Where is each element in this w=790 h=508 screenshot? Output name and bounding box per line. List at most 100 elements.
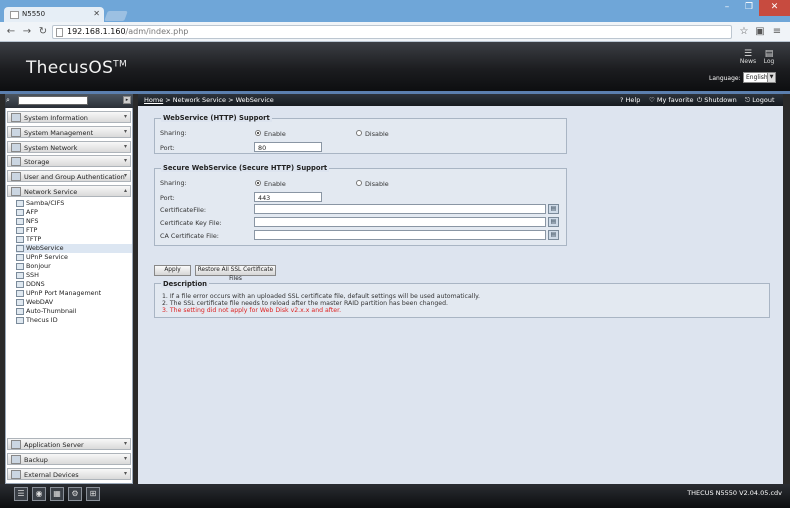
sidebar-item-label: Bonjour [26,262,51,270]
bookmark-star-icon[interactable]: ☆ [737,25,751,39]
chevron-down-icon: ▾ [123,157,127,164]
logout-label: Logout [752,96,775,104]
ftp-icon [16,227,24,234]
menu-user-group-auth[interactable]: User and Group Authentication ▾ [7,170,131,182]
ddns-icon [16,281,24,288]
close-window-button[interactable]: ✕ [759,0,790,16]
certificate-key-browse-icon[interactable]: ▤ [548,217,559,227]
sidebar-item-ddns[interactable]: DDNS [16,280,132,289]
http-port-input[interactable]: 80 [254,142,322,152]
menu-label: Application Server [24,441,84,449]
sidebar-item-label: Samba/CIFS [26,199,65,207]
settings-icon[interactable]: ⚙ [68,487,82,501]
application-icon [11,440,21,449]
sidebar-item-upnp-service[interactable]: UPnP Service [16,253,132,262]
sidebar-item-samba-cifs[interactable]: Samba/CIFS [16,199,132,208]
network-icon [11,143,21,152]
tab-close-icon[interactable]: ✕ [93,9,100,18]
address-bar[interactable]: 192.168.1.160/adm/index.php [52,25,732,39]
sidebar-item-label: WebService [26,244,64,252]
http-support-section [154,118,567,154]
menu-system-management[interactable]: System Management ▾ [7,126,131,138]
menu-label: External Devices [24,471,79,479]
sidebar-search-input[interactable] [18,96,88,105]
menu-backup[interactable]: Backup ▾ [7,453,131,465]
language-select[interactable]: English ▼ [743,72,776,83]
sidebar-item-ftp[interactable]: FTP [16,226,132,235]
http-section-title: WebService (HTTP) Support [161,114,272,122]
https-sharing-label: Sharing: [160,179,187,187]
menu-external-devices[interactable]: External Devices ▾ [7,468,131,480]
forward-arrow-icon[interactable]: → [20,25,34,39]
log-label[interactable]: Log [757,58,781,65]
logout-button[interactable]: ⎋ Logout [745,96,775,105]
sidebar-item-label: UPnP Port Management [26,289,102,297]
http-disable-label[interactable]: Disable [365,130,389,138]
thecus-logo: ThecusOSTM [26,58,128,78]
menu-label: User and Group Authentication [24,173,125,181]
description-line-1: 1. If a file error occurs with an upload… [162,293,480,300]
browser-tab[interactable]: N5550 ✕ [4,7,104,22]
sidebar-item-nfs[interactable]: NFS [16,217,132,226]
apply-button[interactable]: Apply [154,265,191,276]
sidebar-item-ssh[interactable]: SSH [16,271,132,280]
shutdown-button[interactable]: ⏻ Shutdown [697,96,737,105]
sidebar-item-webdav[interactable]: WebDAV [16,298,132,307]
my-favorite-button[interactable]: ♡ My favorite [649,96,694,104]
http-enable-label[interactable]: Enable [264,130,286,138]
certificate-key-input[interactable] [254,217,546,227]
https-port-input[interactable]: 443 [254,192,322,202]
chevron-down-icon: ▾ [123,172,127,179]
https-disable-label[interactable]: Disable [365,180,389,188]
extension-icon[interactable]: ▣ [753,25,767,39]
sidebar-item-webservice[interactable]: WebService [16,244,132,253]
menu-system-network[interactable]: System Network ▾ [7,141,131,153]
sidebar-item-upnp-port-management[interactable]: UPnP Port Management [16,289,132,298]
https-enable-label[interactable]: Enable [264,180,286,188]
back-arrow-icon[interactable]: ← [4,25,18,39]
network-tree-icon[interactable]: ⊞ [86,487,100,501]
search-icon: ⌕ [6,96,10,104]
sidebar-item-thecus-id[interactable]: Thecus ID [16,316,132,325]
heart-icon: ♡ [649,96,655,104]
sidebar-item-auto-thumbnail[interactable]: Auto-Thumbnail [16,307,132,316]
certificate-file-browse-icon[interactable]: ▤ [548,204,559,214]
menu-label: Storage [24,158,50,166]
sidebar-item-label: AFP [26,208,38,216]
menu-list-icon[interactable]: ☰ [14,487,28,501]
page-icon [56,28,63,37]
breadcrumb-home-link[interactable]: Home [144,96,163,104]
tab-favicon-icon [10,11,19,19]
menu-system-information[interactable]: System Information ▾ [7,111,131,123]
service-icon [11,187,21,196]
ca-certificate-label: CA Certificate File: [160,232,219,240]
minimize-button[interactable]: – [715,0,739,16]
http-disable-radio[interactable] [356,130,362,136]
menu-application-server[interactable]: Application Server ▾ [7,438,131,450]
backup-icon [11,455,21,464]
sidebar-item-label: UPnP Service [26,253,68,261]
certificate-file-input[interactable] [254,204,546,214]
menu-network-service[interactable]: Network Service ▴ [7,185,131,197]
new-tab-button[interactable] [104,11,128,21]
https-disable-radio[interactable] [356,180,362,186]
ca-certificate-browse-icon[interactable]: ▤ [548,230,559,240]
menu-label: System Network [24,144,78,152]
sidebar-item-tftp[interactable]: TFTP [16,235,132,244]
search-go-button[interactable]: ▸ [123,96,131,104]
help-button[interactable]: ? Help [620,96,640,104]
http-enable-radio[interactable] [255,130,261,136]
sidebar-item-afp[interactable]: AFP [16,208,132,217]
reload-icon[interactable]: ↻ [36,25,50,39]
menu-storage[interactable]: Storage ▾ [7,155,131,167]
description-line-3: 3. The setting did not apply for Web Dis… [162,307,342,314]
gallery-icon[interactable]: ▦ [50,487,64,501]
sidebar-item-bonjour[interactable]: Bonjour [16,262,132,271]
https-enable-radio[interactable] [255,180,261,186]
maximize-button[interactable]: ❐ [739,0,759,16]
restore-ssl-button[interactable]: Restore All SSL Certificate Files [195,265,276,282]
menu-icon[interactable]: ≡ [770,25,784,39]
address-toolbar: ← → ↻ 192.168.1.160/adm/index.php ☆ ▣ ≡ [0,22,790,42]
camera-icon[interactable]: ◉ [32,487,46,501]
ca-certificate-input[interactable] [254,230,546,240]
